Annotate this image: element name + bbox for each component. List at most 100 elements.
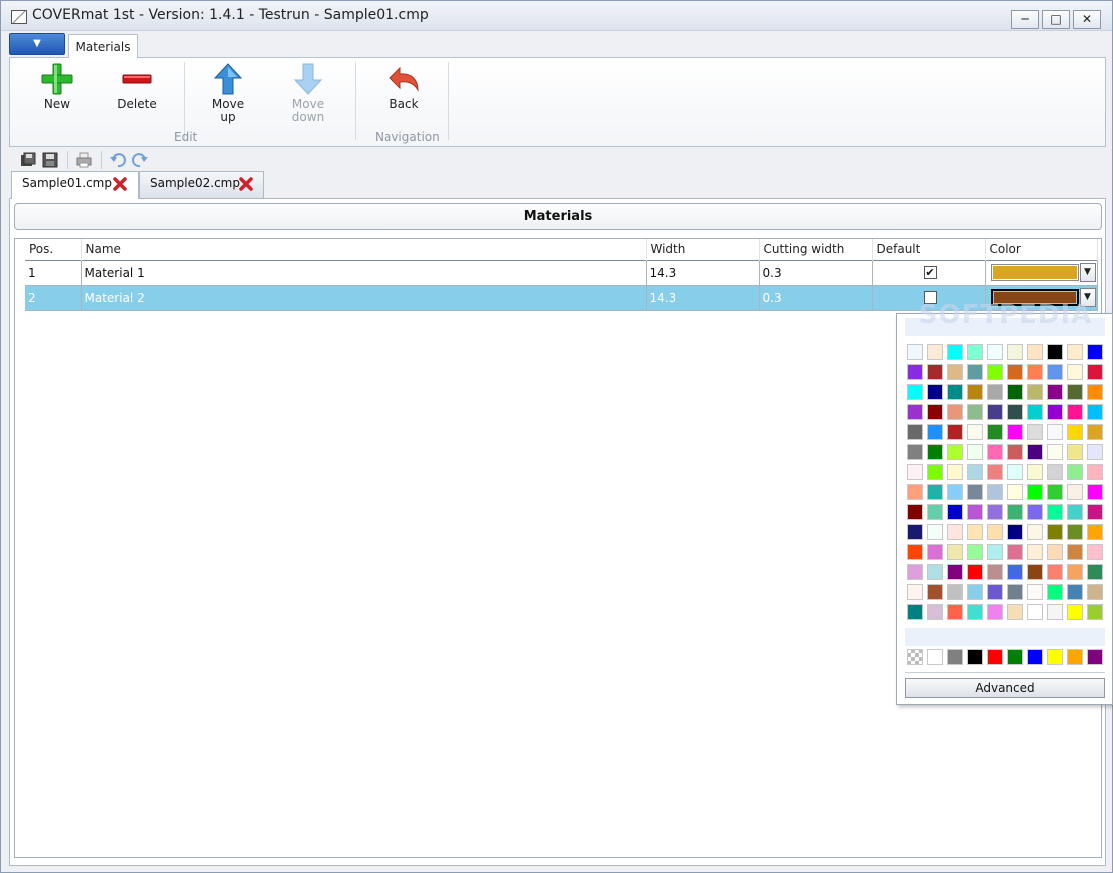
color-swatch[interactable] <box>1007 504 1023 520</box>
close-button[interactable]: ✕ <box>1073 10 1101 29</box>
color-swatch[interactable] <box>1027 504 1043 520</box>
color-swatch[interactable] <box>947 484 963 500</box>
color-swatch[interactable] <box>1007 524 1023 540</box>
color-swatch[interactable] <box>907 604 923 620</box>
standard-color-swatch[interactable] <box>947 649 963 665</box>
color-swatch[interactable] <box>1087 504 1103 520</box>
color-swatch[interactable] <box>1087 464 1103 480</box>
color-swatch[interactable] <box>927 404 943 420</box>
standard-color-swatch[interactable] <box>987 649 1003 665</box>
color-swatch[interactable] <box>1087 444 1103 460</box>
color-swatch[interactable] <box>967 564 983 580</box>
cell-pos[interactable]: 2 <box>25 285 82 311</box>
color-swatch[interactable] <box>1047 544 1063 560</box>
color-swatch[interactable] <box>1047 404 1063 420</box>
color-swatch[interactable] <box>967 484 983 500</box>
cell-default[interactable]: ✔ <box>872 259 986 286</box>
color-swatch[interactable] <box>1027 404 1043 420</box>
color-swatch[interactable] <box>1007 604 1023 620</box>
color-swatch[interactable] <box>1027 604 1043 620</box>
print-icon[interactable] <box>75 151 93 169</box>
color-swatch[interactable] <box>927 424 943 440</box>
color-swatch[interactable] <box>1047 464 1063 480</box>
color-swatch[interactable] <box>1067 464 1083 480</box>
color-swatch[interactable] <box>927 584 943 600</box>
new-button[interactable]: New <box>25 62 89 128</box>
color-swatch[interactable] <box>1067 404 1083 420</box>
color-swatch[interactable] <box>947 404 963 420</box>
color-swatch[interactable] <box>947 524 963 540</box>
cell-width[interactable]: 14.3 <box>646 259 760 286</box>
color-swatch[interactable] <box>1007 584 1023 600</box>
color-swatch[interactable] <box>907 384 923 400</box>
color-swatch[interactable] <box>1067 384 1083 400</box>
cell-name[interactable]: Material 1 <box>81 259 647 286</box>
color-swatch[interactable] <box>987 544 1003 560</box>
color-swatch[interactable] <box>1047 364 1063 380</box>
color-swatch[interactable] <box>907 504 923 520</box>
color-swatch[interactable] <box>1007 344 1023 360</box>
color-dropdown-arrow-icon[interactable]: ▼ <box>1079 263 1096 282</box>
color-swatch[interactable] <box>1087 424 1103 440</box>
color-swatch[interactable] <box>927 444 943 460</box>
close-tab-icon[interactable] <box>238 176 254 192</box>
color-swatch[interactable] <box>947 464 963 480</box>
color-swatch[interactable] <box>907 424 923 440</box>
color-swatch[interactable] <box>1047 584 1063 600</box>
standard-color-swatch[interactable] <box>1027 649 1043 665</box>
column-header-color[interactable]: Color <box>985 239 1098 260</box>
color-swatch[interactable] <box>1007 444 1023 460</box>
standard-color-swatch[interactable] <box>1067 649 1083 665</box>
color-swatch[interactable] <box>1087 564 1103 580</box>
application-menu-button[interactable]: ▼ <box>9 33 65 55</box>
redo-icon[interactable] <box>131 151 149 169</box>
color-swatch[interactable] <box>947 504 963 520</box>
minimize-button[interactable]: ─ <box>1011 10 1039 29</box>
color-swatch[interactable] <box>947 544 963 560</box>
color-swatch[interactable] <box>907 404 923 420</box>
color-swatch[interactable] <box>1067 484 1083 500</box>
color-swatch[interactable] <box>927 604 943 620</box>
default-checkbox[interactable]: ✔ <box>923 266 937 279</box>
cell-name[interactable]: Material 2 <box>81 285 647 311</box>
color-swatch[interactable] <box>1067 344 1083 360</box>
color-swatch[interactable] <box>1007 384 1023 400</box>
doc-tab-sample02[interactable]: Sample02.cmp <box>139 171 264 198</box>
color-swatch[interactable] <box>967 464 983 480</box>
close-tab-icon[interactable] <box>112 176 128 192</box>
color-swatch[interactable] <box>1027 424 1043 440</box>
color-swatch[interactable] <box>1027 524 1043 540</box>
cell-color[interactable]: ▼ <box>985 259 1098 286</box>
color-swatch[interactable] <box>907 464 923 480</box>
color-swatch[interactable] <box>1087 604 1103 620</box>
standard-color-swatch[interactable] <box>927 649 943 665</box>
color-swatch[interactable] <box>1047 524 1063 540</box>
color-swatch[interactable] <box>1047 484 1063 500</box>
color-swatch[interactable] <box>1067 424 1083 440</box>
color-swatch[interactable] <box>927 504 943 520</box>
color-swatch[interactable] <box>907 364 923 380</box>
color-swatch[interactable] <box>1087 484 1103 500</box>
color-swatch[interactable] <box>990 264 1079 281</box>
standard-color-swatch[interactable] <box>1007 649 1023 665</box>
color-swatch[interactable] <box>1007 424 1023 440</box>
color-swatch[interactable] <box>967 344 983 360</box>
tab-materials[interactable]: Materials <box>68 34 138 58</box>
standard-color-swatch[interactable] <box>967 649 983 665</box>
color-swatch[interactable] <box>1027 564 1043 580</box>
color-swatch[interactable] <box>1047 604 1063 620</box>
color-swatch[interactable] <box>967 584 983 600</box>
color-swatch[interactable] <box>1067 364 1083 380</box>
color-swatch[interactable] <box>987 584 1003 600</box>
color-swatch[interactable] <box>1087 584 1103 600</box>
cell-width[interactable]: 14.3 <box>646 285 760 311</box>
transparent-color-swatch[interactable] <box>907 649 923 665</box>
color-swatch[interactable] <box>987 484 1003 500</box>
color-swatch[interactable] <box>927 464 943 480</box>
color-swatch[interactable] <box>1027 384 1043 400</box>
maximize-button[interactable]: □ <box>1042 10 1070 29</box>
color-swatch[interactable] <box>967 364 983 380</box>
color-swatch[interactable] <box>967 384 983 400</box>
advanced-button[interactable]: Advanced <box>905 678 1105 698</box>
color-swatch[interactable] <box>987 404 1003 420</box>
